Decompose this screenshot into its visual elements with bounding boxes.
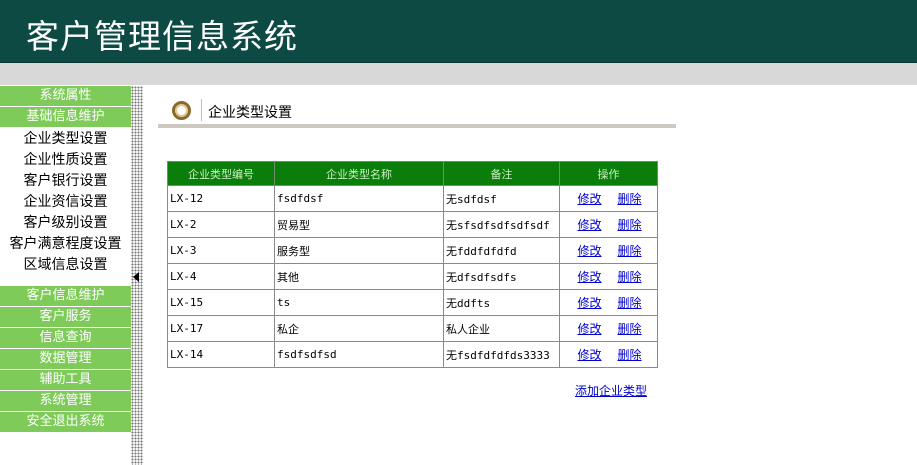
- edit-link[interactable]: 修改: [577, 296, 601, 310]
- sidebar: 系统属性 基础信息维护 企业类型设置 企业性质设置 客户银行设置 企业资信设置 …: [0, 86, 131, 465]
- cell-actions: 修改 删除: [559, 315, 658, 342]
- cell-note: 私人企业: [443, 315, 560, 342]
- column-header-id: 企业类型编号: [167, 161, 275, 186]
- delete-link[interactable]: 删除: [618, 322, 642, 336]
- title-underline: [158, 124, 676, 128]
- cell-id: LX-17: [167, 315, 275, 342]
- sidebar-section-data-management[interactable]: 数据管理: [0, 349, 131, 369]
- title-divider: [201, 99, 202, 121]
- edit-link[interactable]: 修改: [577, 348, 601, 362]
- delete-link[interactable]: 删除: [618, 218, 642, 232]
- sidebar-section-logout[interactable]: 安全退出系统: [0, 412, 131, 432]
- cell-id: LX-15: [167, 289, 275, 316]
- cell-actions: 修改 删除: [559, 263, 658, 290]
- sidebar-item-satisfaction[interactable]: 客户满意程度设置: [0, 234, 131, 255]
- sidebar-section-customer-info[interactable]: 客户信息维护: [0, 286, 131, 306]
- page-title: 企业类型设置: [208, 105, 292, 121]
- cell-note: 无dfsdfsdfs: [443, 263, 560, 290]
- cell-name: 贸易型: [274, 211, 444, 238]
- sidebar-section-tools[interactable]: 辅助工具: [0, 370, 131, 390]
- sidebar-section-basic-info[interactable]: 基础信息维护: [0, 107, 131, 127]
- enterprise-type-table: 企业类型编号 企业类型名称 备注 操作 LX-12 fsdfdsf 无sdfdsf 修…: [167, 161, 658, 368]
- column-header-note: 备注: [443, 161, 560, 186]
- delete-link[interactable]: 删除: [618, 244, 642, 258]
- sidebar-item-enterprise-nature[interactable]: 企业性质设置: [0, 150, 131, 171]
- sidebar-section-system-properties[interactable]: 系统属性: [0, 86, 131, 106]
- edit-link[interactable]: 修改: [577, 244, 601, 258]
- sidebar-section-system-management[interactable]: 系统管理: [0, 391, 131, 411]
- cell-name: 私企: [274, 315, 444, 342]
- cell-actions: 修改 删除: [559, 341, 658, 368]
- column-header-name: 企业类型名称: [274, 161, 444, 186]
- cell-note: 无sdfdsf: [443, 185, 560, 212]
- delete-link[interactable]: 删除: [618, 296, 642, 310]
- cell-actions: 修改 删除: [559, 211, 658, 238]
- sidebar-submenu: 企业类型设置 企业性质设置 客户银行设置 企业资信设置 客户级别设置 客户满意程…: [0, 129, 131, 273]
- delete-link[interactable]: 删除: [618, 270, 642, 284]
- sidebar-item-customer-level[interactable]: 客户级别设置: [0, 213, 131, 234]
- sidebar-section-info-query[interactable]: 信息查询: [0, 328, 131, 348]
- table-row: LX-15 ts 无ddfts 修改 删除: [167, 289, 658, 316]
- delete-link[interactable]: 删除: [618, 192, 642, 206]
- app-header: 客户管理信息系统: [0, 0, 917, 63]
- sidebar-item-enterprise-credit[interactable]: 企业资信设置: [0, 192, 131, 213]
- sidebar-section-customer-service[interactable]: 客户服务: [0, 307, 131, 327]
- table-row: LX-3 服务型 无fddfdfdfd 修改 删除: [167, 237, 658, 264]
- add-enterprise-type-link[interactable]: 添加企业类型: [575, 382, 647, 399]
- cell-name: fsdfdsf: [274, 185, 444, 212]
- cell-actions: 修改 删除: [559, 237, 658, 264]
- table-row: LX-17 私企 私人企业 修改 删除: [167, 315, 658, 342]
- edit-link[interactable]: 修改: [577, 270, 601, 284]
- header-subbar: [0, 63, 917, 85]
- app-title: 客户管理信息系统: [26, 17, 298, 56]
- cell-note: 无fddfdfdfd: [443, 237, 560, 264]
- cell-id: LX-12: [167, 185, 275, 212]
- cell-name: 服务型: [274, 237, 444, 264]
- cell-id: LX-14: [167, 341, 275, 368]
- cell-actions: 修改 删除: [559, 185, 658, 212]
- sidebar-splitter[interactable]: [131, 86, 143, 465]
- delete-link[interactable]: 删除: [618, 348, 642, 362]
- edit-link[interactable]: 修改: [577, 322, 601, 336]
- cell-note: 无ddfts: [443, 289, 560, 316]
- cell-name: ts: [274, 289, 444, 316]
- cell-id: LX-2: [167, 211, 275, 238]
- cell-name: 其他: [274, 263, 444, 290]
- sidebar-item-customer-bank[interactable]: 客户银行设置: [0, 171, 131, 192]
- sidebar-item-enterprise-type[interactable]: 企业类型设置: [0, 129, 131, 150]
- table-header-row: 企业类型编号 企业类型名称 备注 操作: [167, 161, 658, 186]
- cell-id: LX-3: [167, 237, 275, 264]
- table-row: LX-12 fsdfdsf 无sdfdsf 修改 删除: [167, 185, 658, 212]
- edit-link[interactable]: 修改: [577, 192, 601, 206]
- cell-name: fsdfsdfsd: [274, 341, 444, 368]
- cell-id: LX-4: [167, 263, 275, 290]
- sidebar-item-region[interactable]: 区域信息设置: [0, 255, 131, 276]
- cell-note: 无sfsdfsdfsdfsdf: [443, 211, 560, 238]
- collapse-arrow-icon[interactable]: [133, 272, 139, 282]
- cell-actions: 修改 删除: [559, 289, 658, 316]
- ring-icon: [172, 101, 191, 120]
- table-row: LX-2 贸易型 无sfsdfsdfsdfsdf 修改 删除: [167, 211, 658, 238]
- cell-note: 无fsdfdfdfds3333: [443, 341, 560, 368]
- table-row: LX-14 fsdfsdfsd 无fsdfdfdfds3333 修改 删除: [167, 341, 658, 368]
- edit-link[interactable]: 修改: [577, 218, 601, 232]
- page-title-bar: 企业类型设置: [158, 96, 676, 126]
- table-row: LX-4 其他 无dfsdfsdfs 修改 删除: [167, 263, 658, 290]
- column-header-actions: 操作: [559, 161, 658, 186]
